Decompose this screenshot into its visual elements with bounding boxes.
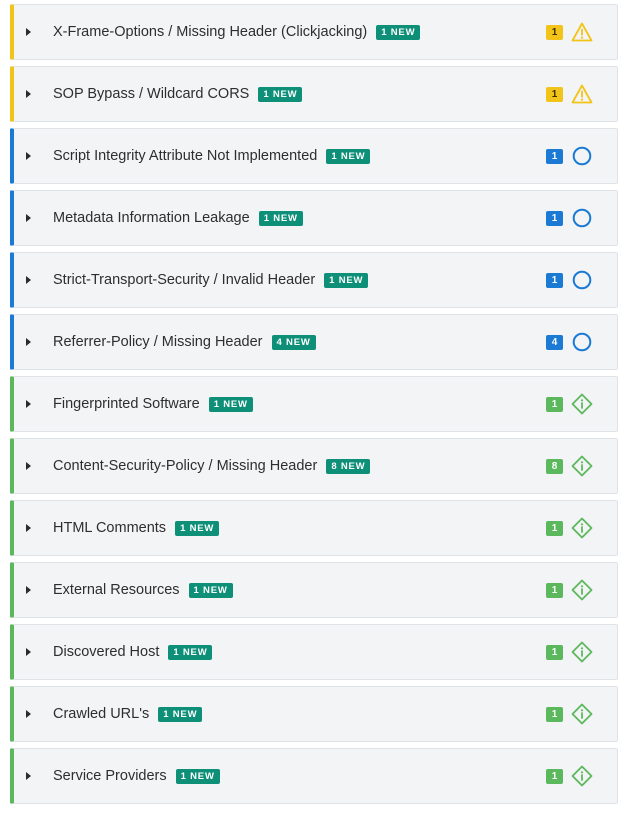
- count-badge: 1: [546, 706, 563, 722]
- new-badge: 1 NEW: [175, 520, 220, 536]
- finding-row[interactable]: Strict-Transport-Security / Invalid Head…: [10, 252, 618, 308]
- new-badge: 8 NEW: [326, 458, 371, 474]
- finding-row[interactable]: External Resources 1 NEW 1: [10, 562, 618, 618]
- finding-row[interactable]: HTML Comments 1 NEW 1: [10, 500, 618, 556]
- finding-row[interactable]: Service Providers 1 NEW 1: [10, 748, 618, 804]
- finding-row[interactable]: SOP Bypass / Wildcard CORS 1 NEW 1: [10, 66, 618, 122]
- info-diamond-icon: [571, 765, 593, 787]
- severity-indicator: 1: [546, 641, 593, 663]
- expand-caret-icon[interactable]: [26, 648, 31, 656]
- count-badge: 1: [546, 24, 563, 40]
- count-badge: 1: [546, 148, 563, 164]
- new-badge: 1 NEW: [188, 582, 233, 598]
- info-diamond-icon: [571, 393, 593, 415]
- new-badge: 1 NEW: [258, 86, 303, 102]
- count-badge: 1: [546, 644, 563, 660]
- expand-caret-icon[interactable]: [26, 338, 31, 346]
- severity-indicator: 1: [546, 21, 593, 43]
- severity-indicator: 1: [546, 579, 593, 601]
- finding-title: External Resources: [53, 582, 180, 598]
- count-badge: 1: [546, 396, 563, 412]
- expand-caret-icon[interactable]: [26, 214, 31, 222]
- expand-caret-icon[interactable]: [26, 524, 31, 532]
- info-diamond-icon: [571, 517, 593, 539]
- new-badge: 1 NEW: [324, 272, 369, 288]
- info-diamond-icon: [571, 579, 593, 601]
- info-diamond-icon: [571, 703, 593, 725]
- severity-indicator: 1: [546, 269, 593, 291]
- warning-triangle-icon: [571, 83, 593, 105]
- new-badge: 1 NEW: [376, 24, 421, 40]
- new-badge: 1 NEW: [326, 148, 371, 164]
- severity-indicator: 1: [546, 393, 593, 415]
- severity-indicator: 1: [546, 517, 593, 539]
- count-badge: 4: [546, 334, 563, 350]
- expand-caret-icon[interactable]: [26, 28, 31, 36]
- finding-row[interactable]: Content-Security-Policy / Missing Header…: [10, 438, 618, 494]
- count-badge: 8: [546, 458, 563, 474]
- finding-title: Discovered Host: [53, 644, 160, 660]
- findings-list: X-Frame-Options / Missing Header (Clickj…: [0, 0, 629, 817]
- info-diamond-icon: [571, 455, 593, 477]
- circle-icon: [571, 331, 593, 353]
- finding-title: Metadata Information Leakage: [53, 210, 250, 226]
- finding-row[interactable]: X-Frame-Options / Missing Header (Clickj…: [10, 4, 618, 60]
- expand-caret-icon[interactable]: [26, 710, 31, 718]
- finding-row[interactable]: Fingerprinted Software 1 NEW 1: [10, 376, 618, 432]
- severity-indicator: 1: [546, 83, 593, 105]
- finding-title: Script Integrity Attribute Not Implement…: [53, 148, 318, 164]
- expand-caret-icon[interactable]: [26, 772, 31, 780]
- finding-row[interactable]: Script Integrity Attribute Not Implement…: [10, 128, 618, 184]
- count-badge: 1: [546, 582, 563, 598]
- finding-row[interactable]: Crawled URL's 1 NEW 1: [10, 686, 618, 742]
- count-badge: 1: [546, 210, 563, 226]
- severity-indicator: 8: [546, 455, 593, 477]
- expand-caret-icon[interactable]: [26, 276, 31, 284]
- new-badge: 1 NEW: [258, 210, 303, 226]
- finding-title: Crawled URL's: [53, 706, 150, 722]
- new-badge: 1 NEW: [168, 644, 213, 660]
- info-diamond-icon: [571, 641, 593, 663]
- expand-caret-icon[interactable]: [26, 462, 31, 470]
- new-badge: 1 NEW: [158, 706, 203, 722]
- finding-title: HTML Comments: [53, 520, 167, 536]
- circle-icon: [571, 145, 593, 167]
- expand-caret-icon[interactable]: [26, 400, 31, 408]
- count-badge: 1: [546, 768, 563, 784]
- circle-icon: [571, 269, 593, 291]
- finding-title: Referrer-Policy / Missing Header: [53, 334, 263, 350]
- expand-caret-icon[interactable]: [26, 586, 31, 594]
- finding-title: Service Providers: [53, 768, 167, 784]
- count-badge: 1: [546, 86, 563, 102]
- new-badge: 4 NEW: [271, 334, 316, 350]
- warning-triangle-icon: [571, 21, 593, 43]
- expand-caret-icon[interactable]: [26, 90, 31, 98]
- new-badge: 1 NEW: [175, 768, 220, 784]
- finding-row[interactable]: Referrer-Policy / Missing Header 4 NEW 4: [10, 314, 618, 370]
- finding-title: X-Frame-Options / Missing Header (Clickj…: [53, 24, 368, 40]
- severity-indicator: 1: [546, 703, 593, 725]
- count-badge: 1: [546, 272, 563, 288]
- severity-indicator: 1: [546, 207, 593, 229]
- new-badge: 1 NEW: [208, 396, 253, 412]
- finding-title: Fingerprinted Software: [53, 396, 200, 412]
- finding-row[interactable]: Discovered Host 1 NEW 1: [10, 624, 618, 680]
- severity-indicator: 1: [546, 145, 593, 167]
- circle-icon: [571, 207, 593, 229]
- severity-indicator: 4: [546, 331, 593, 353]
- severity-indicator: 1: [546, 765, 593, 787]
- finding-title: Strict-Transport-Security / Invalid Head…: [53, 272, 316, 288]
- finding-title: Content-Security-Policy / Missing Header: [53, 458, 318, 474]
- finding-title: SOP Bypass / Wildcard CORS: [53, 86, 250, 102]
- count-badge: 1: [546, 520, 563, 536]
- expand-caret-icon[interactable]: [26, 152, 31, 160]
- finding-row[interactable]: Metadata Information Leakage 1 NEW 1: [10, 190, 618, 246]
